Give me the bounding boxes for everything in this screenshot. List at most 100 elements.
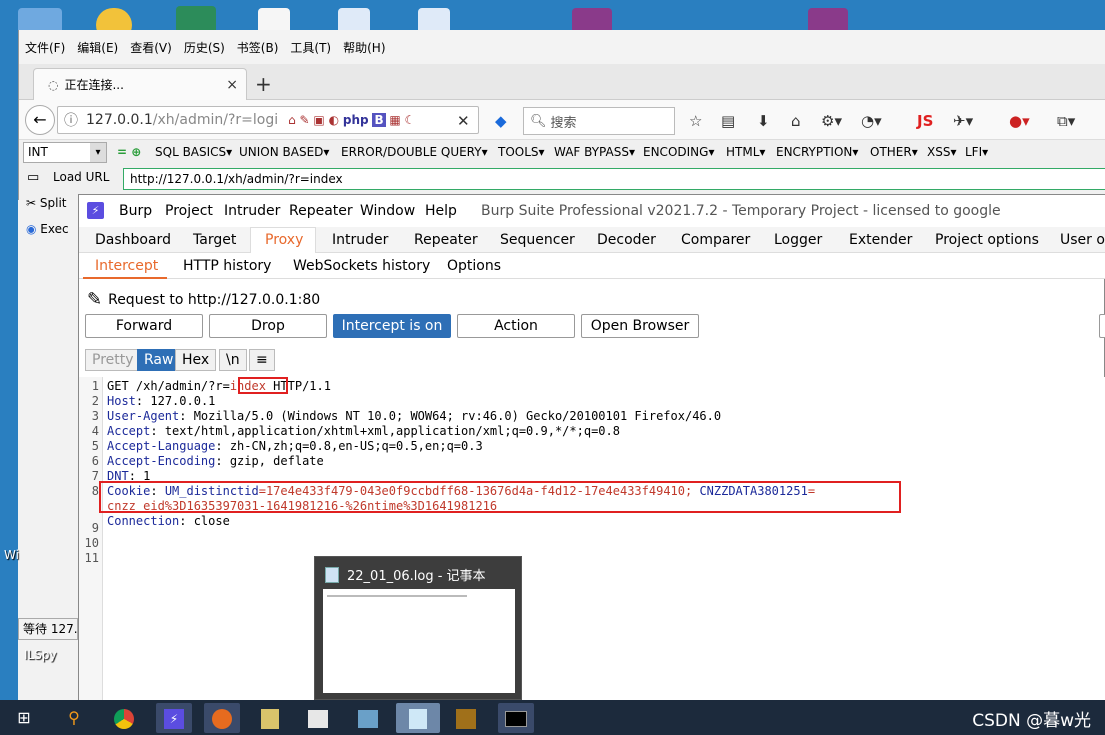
header-line: Connection: close: [107, 514, 230, 528]
forward-button[interactable]: Forward: [85, 314, 203, 338]
menu-bookmarks[interactable]: 书签(B): [237, 39, 279, 56]
close-icon[interactable]: ×: [226, 77, 238, 93]
tab-proxy[interactable]: Proxy: [265, 232, 303, 248]
notepad-icon: [325, 566, 339, 583]
info-icon[interactable]: ⓘ: [64, 110, 78, 130]
extension-icons[interactable]: ⌂ ✎ ▣ ◐ php B ▦ ☾: [288, 113, 415, 127]
notepad-thumbnail[interactable]: 22_01_06.log - 记事本: [314, 556, 522, 700]
subtab-options[interactable]: Options: [447, 258, 501, 274]
waiting-status-window[interactable]: 等待 127.0: [18, 618, 78, 640]
overflow-icon[interactable]: ⧉▾: [1057, 112, 1075, 130]
burp-menu-intruder[interactable]: Intruder: [224, 203, 280, 219]
open-browser-button[interactable]: Open Browser: [581, 314, 699, 338]
clear-url-icon[interactable]: ✕: [457, 112, 470, 130]
menu-tools[interactable]: 工具(T): [290, 39, 331, 56]
tab-repeater[interactable]: Repeater: [414, 232, 478, 248]
app-icon-screen[interactable]: [350, 703, 386, 733]
burp-menu-window[interactable]: Window: [360, 203, 415, 219]
tab-user-options[interactable]: User op: [1060, 232, 1105, 248]
hackbar-icon[interactable]: ●▾: [1009, 112, 1030, 130]
burp-menu-project[interactable]: Project: [165, 203, 213, 219]
hackbar-menu-encryption[interactable]: ENCRYPTION▾: [776, 145, 858, 159]
view-hex-button[interactable]: Hex: [175, 349, 217, 371]
chrome-icon[interactable]: [106, 703, 142, 733]
view-raw-button[interactable]: Raw: [137, 349, 181, 371]
windows-start-icon[interactable]: ⊞: [6, 703, 42, 733]
hackbar-menu-error[interactable]: ERROR/DOUBLE QUERY▾: [341, 145, 488, 159]
subtab-websockets-history[interactable]: WebSockets history: [293, 258, 430, 274]
menu-view[interactable]: 查看(V): [130, 39, 172, 56]
burp-menu-burp[interactable]: Burp: [119, 203, 152, 219]
tab-dashboard[interactable]: Dashboard: [95, 232, 171, 248]
newline-toggle-button[interactable]: \n: [219, 349, 247, 371]
notepad-preview: [323, 589, 515, 693]
burp-menu-help[interactable]: Help: [425, 203, 457, 219]
menu-file[interactable]: 文件(F): [25, 39, 65, 56]
load-url-button[interactable]: Load URL: [53, 170, 109, 184]
burp-menu-repeater[interactable]: Repeater: [289, 203, 353, 219]
hackbar-menu-xss[interactable]: XSS▾: [927, 145, 956, 159]
home-icon[interactable]: ⌂: [791, 112, 801, 130]
pencil-icon[interactable]: ✎: [87, 289, 102, 310]
line-number: 3: [91, 409, 99, 423]
split-url-button[interactable]: ✂ Split: [26, 196, 66, 210]
go-icon[interactable]: ◆: [495, 112, 507, 130]
intercept-toggle-button[interactable]: Intercept is on: [333, 314, 451, 338]
view-pretty-button[interactable]: Pretty: [85, 349, 141, 371]
hackbar-menu-other[interactable]: OTHER▾: [870, 145, 918, 159]
download-icon[interactable]: ⬇: [757, 112, 770, 130]
header-key: Connection: [107, 514, 180, 528]
hackbar-menu-encoding[interactable]: ENCODING▾: [643, 145, 714, 159]
js-toggle[interactable]: JS: [917, 112, 933, 130]
split-label: Split: [39, 196, 67, 210]
tab-project-options[interactable]: Project options: [935, 232, 1039, 248]
reading-list-icon[interactable]: ▤: [721, 112, 735, 130]
comment-field[interactable]: [1099, 314, 1105, 338]
header-value: close: [186, 514, 230, 528]
hackbar-menu-lfi[interactable]: LFI▾: [965, 145, 988, 159]
tab-comparer[interactable]: Comparer: [681, 232, 750, 248]
bookmark-star-icon[interactable]: ☆: [689, 112, 702, 130]
tab-logger[interactable]: Logger: [774, 232, 822, 248]
back-button[interactable]: ←: [25, 105, 55, 135]
hackbar-menu-html[interactable]: HTML▾: [726, 145, 765, 159]
menu-history[interactable]: 历史(S): [184, 39, 225, 56]
menu-help[interactable]: 帮助(H): [343, 39, 385, 56]
notepad-taskbar-icon[interactable]: [396, 703, 440, 733]
drop-button[interactable]: Drop: [209, 314, 327, 338]
tab-extender[interactable]: Extender: [849, 232, 912, 248]
tab-intruder[interactable]: Intruder: [332, 232, 388, 248]
hackbar-menu-waf[interactable]: WAF BYPASS▾: [554, 145, 635, 159]
firefox-icon[interactable]: [204, 703, 240, 733]
url-bar[interactable]: ⓘ 127.0.0.1/xh/admin/?r=logi ⌂ ✎ ▣ ◐ php…: [57, 106, 479, 134]
tool-icon[interactable]: ✈▾: [953, 112, 973, 130]
tab-decoder[interactable]: Decoder: [597, 232, 656, 248]
request-editor[interactable]: 1 2 3 4 5 6 7 8 9 10 11 GET /xh/admin/?r…: [79, 377, 1105, 701]
cookie-icon[interactable]: ◔▾: [861, 112, 882, 130]
tab-target[interactable]: Target: [193, 232, 236, 248]
header-key: Accept: [107, 424, 151, 438]
extension-gear-icon[interactable]: ⚙▾: [821, 112, 842, 130]
tab-sequencer[interactable]: Sequencer: [500, 232, 575, 248]
hackbar-menu-tools[interactable]: TOOLS▾: [498, 145, 545, 159]
app-icon-chart[interactable]: [252, 703, 288, 733]
menu-edit[interactable]: 编辑(E): [77, 39, 118, 56]
hackbar-menu-sql-basics[interactable]: SQL BASICS▾: [155, 145, 232, 159]
plus-minus-buttons[interactable]: = ⊕: [117, 145, 141, 159]
execute-button[interactable]: ◉ Exec: [26, 222, 69, 236]
hackbar-menu-union[interactable]: UNION BASED▾: [239, 145, 329, 159]
search-input[interactable]: 🔍︎ 搜索: [523, 107, 675, 135]
hackbar-url-input[interactable]: http://127.0.0.1/xh/admin/?r=index: [123, 168, 1105, 190]
menu-icon[interactable]: ≡: [249, 349, 275, 371]
search-icon[interactable]: ⚲: [56, 703, 92, 733]
new-tab-button[interactable]: +: [255, 72, 272, 96]
burp-taskbar-icon[interactable]: ⚡: [156, 703, 192, 733]
action-button[interactable]: Action: [457, 314, 575, 338]
subtab-intercept[interactable]: Intercept: [95, 258, 158, 274]
subtab-http-history[interactable]: HTTP history: [183, 258, 271, 274]
type-select[interactable]: INT ▾: [23, 142, 107, 163]
browser-tab[interactable]: ◌ 正在连接... ×: [33, 68, 247, 100]
terminal-icon[interactable]: [498, 703, 534, 733]
app-icon-dark[interactable]: [448, 703, 484, 733]
app-icon-cards[interactable]: [300, 703, 336, 733]
